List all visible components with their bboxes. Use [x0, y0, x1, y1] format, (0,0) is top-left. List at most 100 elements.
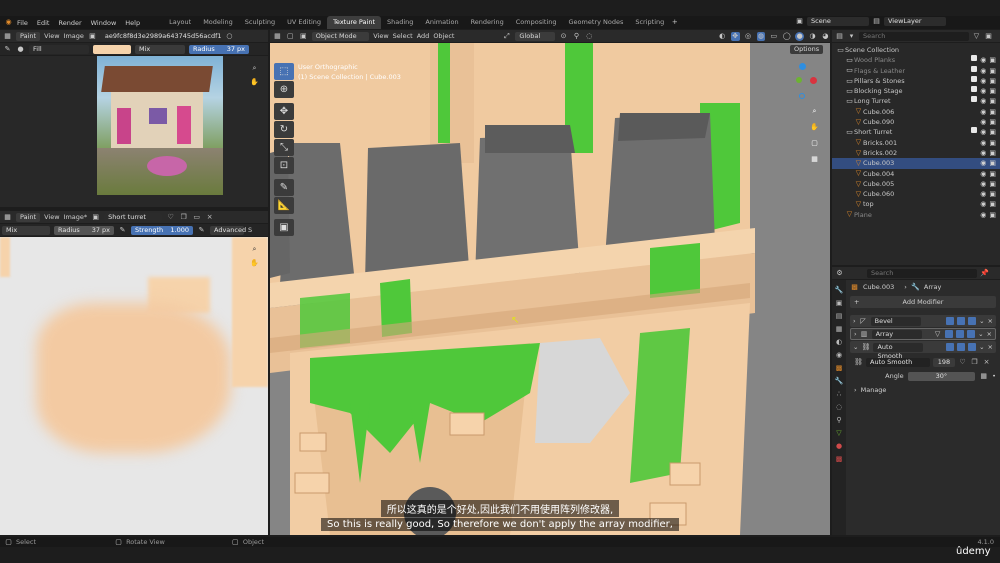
- delete-modifier-icon[interactable]: ×: [988, 343, 993, 351]
- modifier-name[interactable]: Auto Smooth: [873, 342, 924, 360]
- render-camera-icon[interactable]: ▣: [989, 158, 996, 168]
- outliner-item[interactable]: ▽ Cube.006 ◉ ▣: [832, 107, 1000, 117]
- uv-blend-mode[interactable]: Mix: [2, 225, 50, 235]
- unlink-icon[interactable]: ×: [982, 358, 991, 367]
- viewport-menu-select[interactable]: Select: [393, 32, 413, 40]
- rotate-tool-icon[interactable]: ↻: [274, 121, 294, 138]
- render-camera-icon[interactable]: ▣: [989, 117, 996, 127]
- exclude-checkbox[interactable]: [971, 86, 978, 93]
- camera-view-icon[interactable]: ▢: [810, 139, 819, 148]
- render-camera-icon[interactable]: ▣: [989, 127, 996, 137]
- menu-render[interactable]: Render: [58, 19, 81, 27]
- outliner-item[interactable]: ▽ Bricks.001 ◉ ▣: [832, 138, 1000, 148]
- object-mode-dropdown[interactable]: Object Mode: [311, 31, 370, 41]
- physics-tab-icon[interactable]: ◌: [832, 401, 846, 414]
- viewport-menu-add[interactable]: Add: [417, 32, 430, 40]
- visibility-eye-icon[interactable]: ◉: [980, 179, 986, 189]
- texture-tab-icon[interactable]: ▩: [832, 453, 846, 466]
- exclude-checkbox[interactable]: [971, 55, 978, 62]
- visibility-eye-icon[interactable]: ◉: [980, 138, 986, 148]
- menu-help[interactable]: Help: [125, 19, 140, 27]
- visibility-eye-icon[interactable]: ◉: [980, 76, 986, 86]
- pan-view-icon[interactable]: ✋: [810, 123, 819, 132]
- image-editor-mode[interactable]: Paint: [16, 31, 41, 41]
- outliner-item[interactable]: ▽ Cube.005 ◉ ▣: [832, 179, 1000, 189]
- image-filename[interactable]: ae9fc8f8d3e2989a643745d56acdf195.png: [100, 31, 221, 41]
- modifier-name[interactable]: Array: [871, 329, 922, 339]
- pressure-icon[interactable]: ✎: [118, 226, 127, 235]
- outliner-item[interactable]: ▽ Cube.003 ◉ ▣: [832, 158, 1000, 169]
- editor-type-icon[interactable]: ▤: [835, 32, 844, 41]
- strength-field[interactable]: Strength 1.000: [131, 225, 193, 235]
- visibility-eye-icon[interactable]: ◉: [980, 127, 986, 137]
- pin-icon[interactable]: 📌: [980, 269, 989, 278]
- outliner-item[interactable]: ▽ Bricks.002 ◉ ▣: [832, 148, 1000, 158]
- editmode-toggle-icon[interactable]: [946, 343, 955, 351]
- hand-icon[interactable]: ✋: [250, 259, 259, 268]
- render-camera-icon[interactable]: ▣: [989, 189, 996, 199]
- render-toggle-icon[interactable]: [967, 330, 976, 338]
- tab-rendering[interactable]: Rendering: [465, 16, 510, 29]
- orientation-dropdown[interactable]: Global: [515, 31, 556, 41]
- visibility-eye-icon[interactable]: ◉: [980, 158, 986, 168]
- exclude-checkbox[interactable]: [971, 127, 978, 134]
- image-browse-icon[interactable]: ▣: [91, 213, 100, 222]
- render-camera-icon[interactable]: ▣: [989, 210, 996, 220]
- render-camera-icon[interactable]: ▣: [989, 138, 996, 148]
- new-collection-icon[interactable]: ▣: [984, 32, 993, 41]
- xray-icon[interactable]: ▭: [769, 32, 778, 41]
- tab-animation[interactable]: Animation: [419, 16, 464, 29]
- visibility-eye-icon[interactable]: ◉: [980, 189, 986, 199]
- fill-brush[interactable]: Fill: [29, 44, 89, 54]
- image-editor-canvas[interactable]: ⌕ ✋: [0, 56, 268, 207]
- blend-mode[interactable]: Mix: [135, 44, 185, 54]
- brush-icon[interactable]: ✎: [3, 45, 12, 54]
- editmode-toggle-icon[interactable]: [945, 330, 954, 338]
- constraints-tab-icon[interactable]: ⚲: [832, 414, 846, 427]
- delete-modifier-icon[interactable]: ×: [987, 330, 992, 338]
- material-shading-icon[interactable]: ◑: [808, 32, 817, 41]
- menu-edit[interactable]: Edit: [37, 19, 50, 27]
- outliner-item[interactable]: ▽ top ◉ ▣: [832, 199, 1000, 209]
- display-mode-icon[interactable]: ▾: [847, 32, 856, 41]
- visibility-eye-icon[interactable]: ◉: [980, 66, 986, 76]
- delete-modifier-icon[interactable]: ×: [988, 317, 993, 325]
- render-camera-icon[interactable]: ▣: [989, 169, 996, 179]
- viewport-menu-view[interactable]: View: [373, 32, 388, 40]
- outliner-item[interactable]: ▽ Cube.090 ◉ ▣: [832, 117, 1000, 127]
- scale-tool-icon[interactable]: ⤡: [274, 139, 294, 156]
- perspective-toggle-icon[interactable]: ▦: [810, 155, 819, 164]
- color-swatch[interactable]: [93, 44, 131, 54]
- expand-icon[interactable]: ›: [853, 317, 856, 325]
- pressure-icon-2[interactable]: ✎: [197, 226, 206, 235]
- scene-selector[interactable]: Scene: [807, 17, 869, 26]
- neg-z-axis-icon[interactable]: [799, 93, 805, 99]
- zoom-icon[interactable]: ⌕: [250, 64, 259, 73]
- outliner-search[interactable]: Search: [859, 31, 969, 41]
- view-layer-selector[interactable]: ViewLayer: [884, 17, 946, 26]
- fill-icon[interactable]: ●: [16, 45, 25, 54]
- image-view-menu[interactable]: View: [44, 32, 59, 40]
- uv-paint-canvas[interactable]: ⌕ ✋: [0, 237, 268, 535]
- add-cube-tool-icon[interactable]: ▣: [274, 219, 294, 236]
- overlay-icon[interactable]: ◎: [744, 32, 753, 41]
- fake-user-icon[interactable]: ♡: [958, 358, 967, 367]
- render-shading-icon[interactable]: ◕: [821, 32, 830, 41]
- modifier-tab-icon[interactable]: 🔧: [832, 375, 846, 388]
- image-image-menu[interactable]: Image: [64, 32, 84, 40]
- visibility-eye-icon[interactable]: ◉: [980, 199, 986, 209]
- select-box-icon[interactable]: ▢: [286, 32, 295, 41]
- duplicate-icon[interactable]: ❐: [179, 213, 188, 222]
- tab-geometry-nodes[interactable]: Geometry Nodes: [563, 16, 630, 29]
- solid-shading-icon[interactable]: ●: [795, 31, 805, 41]
- viewport-toggle-icon[interactable]: [957, 317, 966, 325]
- editor-type-icon[interactable]: ⚙: [835, 269, 844, 278]
- editmode-toggle-icon[interactable]: [946, 317, 955, 325]
- measure-tool-icon[interactable]: 📐: [274, 197, 294, 214]
- dropdown-icon[interactable]: ⌄: [979, 343, 984, 351]
- transform-tool-icon[interactable]: ⊡: [274, 157, 294, 174]
- uv-view-menu[interactable]: View: [44, 213, 59, 221]
- pivot-icon[interactable]: ⊙: [559, 32, 568, 41]
- dropdown-icon[interactable]: ⌄: [979, 317, 984, 325]
- particles-tab-icon[interactable]: ∴: [832, 388, 846, 401]
